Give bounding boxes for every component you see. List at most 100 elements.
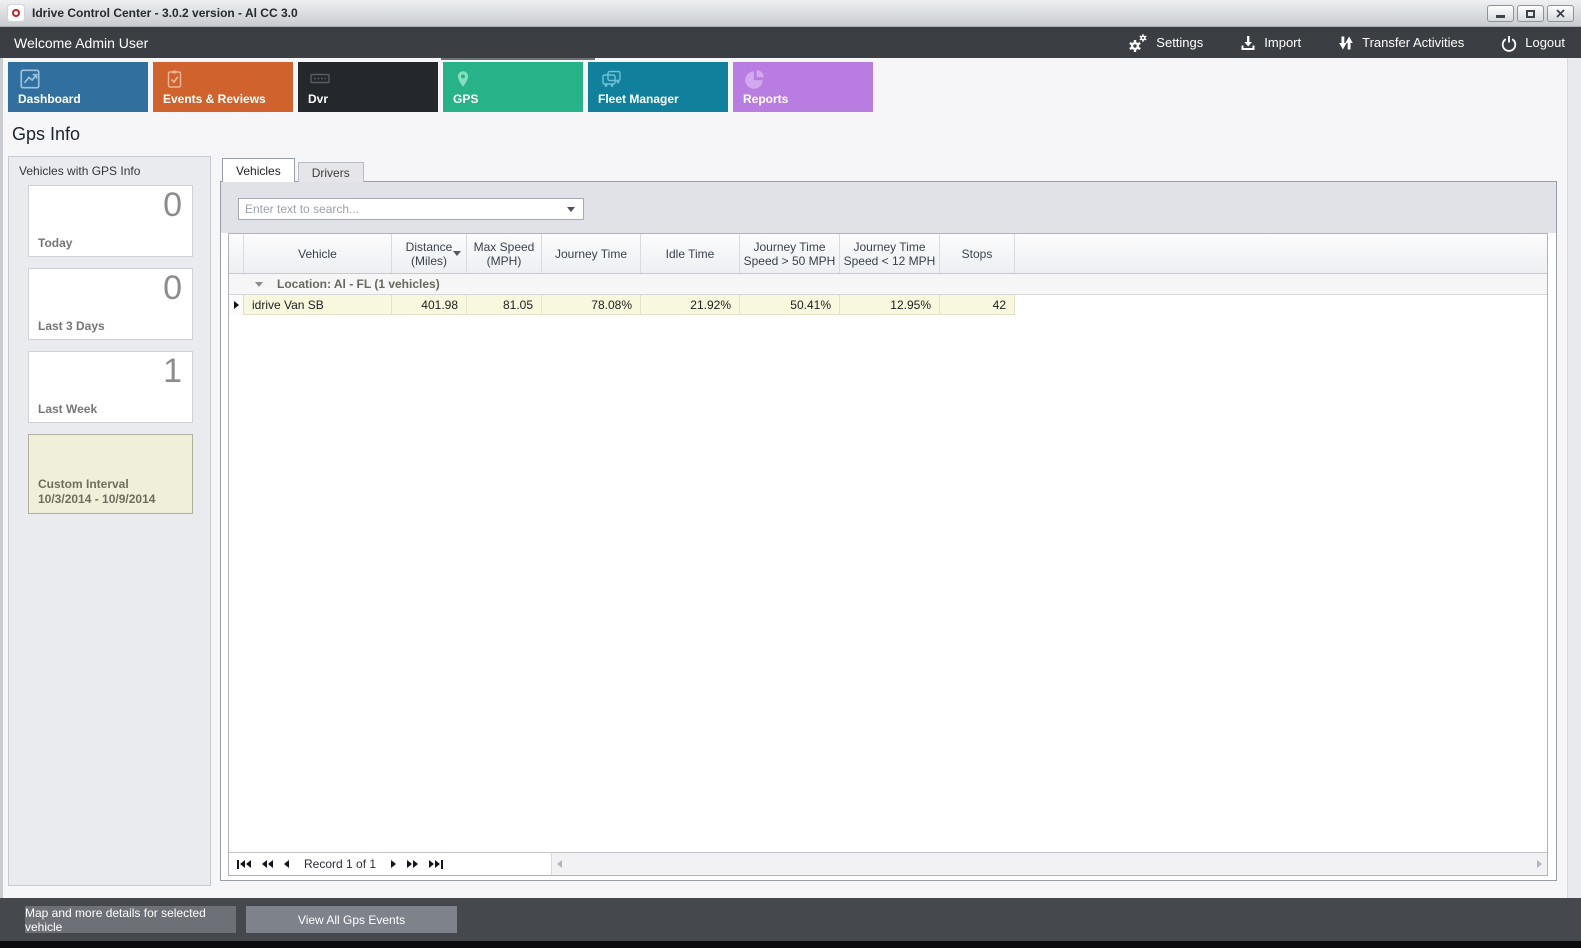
card-custom-interval[interactable]: Custom Interval 10/3/2014 - 10/9/2014 bbox=[28, 434, 193, 514]
prev-record-button[interactable] bbox=[284, 860, 289, 868]
record-navigator: Record 1 of 1 bbox=[229, 852, 1547, 875]
header-distance[interactable]: Distance (Miles) bbox=[392, 234, 467, 273]
app-window: Idrive Control Center - 3.0.2 version - … bbox=[0, 0, 1581, 948]
header-filler-cell bbox=[1015, 234, 1547, 273]
search-input[interactable] bbox=[239, 202, 567, 216]
maximize-icon bbox=[1526, 10, 1535, 18]
tile-reports[interactable]: Reports bbox=[733, 62, 873, 112]
tab-vehicles[interactable]: Vehicles bbox=[222, 158, 295, 182]
pie-chart-icon bbox=[743, 67, 767, 91]
scroll-left-icon[interactable] bbox=[557, 860, 562, 868]
search-strip bbox=[221, 182, 1556, 233]
title-bar: Idrive Control Center - 3.0.2 version - … bbox=[0, 0, 1581, 27]
card-last-3-days[interactable]: 0 Last 3 Days bbox=[28, 268, 193, 340]
card-last-3-days-label: Last 3 Days bbox=[38, 319, 105, 333]
table-row[interactable]: idrive Van SB 401.98 81.05 78.08% 21.92%… bbox=[229, 295, 1547, 315]
card-last-week-label: Last Week bbox=[38, 402, 97, 416]
card-last-week[interactable]: 1 Last Week bbox=[28, 351, 193, 423]
header-vehicle[interactable]: Vehicle bbox=[244, 234, 392, 273]
dashboard-chart-icon bbox=[18, 67, 42, 91]
cell-journey-lt-12[interactable]: 12.95% bbox=[840, 295, 940, 315]
fleet-trucks-icon bbox=[598, 67, 626, 91]
minimize-icon bbox=[1496, 15, 1505, 18]
close-button[interactable] bbox=[1547, 5, 1574, 22]
maximize-button[interactable] bbox=[1517, 5, 1544, 22]
tile-dvr-label: Dvr bbox=[308, 92, 328, 106]
header-journey-time[interactable]: Journey Time bbox=[542, 234, 641, 273]
tile-dvr[interactable]: Dvr bbox=[298, 62, 438, 112]
logout-button[interactable]: Logout bbox=[1500, 34, 1565, 52]
settings-label: Settings bbox=[1156, 35, 1203, 50]
cell-distance[interactable]: 401.98 bbox=[392, 295, 467, 315]
top-bar: Welcome Admin User bbox=[0, 27, 1581, 58]
card-custom-interval-dates: 10/3/2014 - 10/9/2014 bbox=[38, 492, 155, 506]
logout-label: Logout bbox=[1525, 35, 1565, 50]
tile-dashboard[interactable]: Dashboard bbox=[8, 62, 148, 112]
vehicle-driver-tabs: Vehicles Drivers bbox=[222, 158, 364, 182]
gps-pin-icon bbox=[453, 67, 473, 91]
cell-stops[interactable]: 42 bbox=[940, 295, 1015, 315]
group-row-label: Location: Al - FL (1 vehicles) bbox=[277, 277, 440, 291]
header-max-speed[interactable]: Max Speed (MPH) bbox=[467, 234, 542, 273]
header-idle-time[interactable]: Idle Time bbox=[641, 234, 740, 273]
prev-page-button[interactable] bbox=[262, 860, 273, 868]
first-record-button[interactable] bbox=[237, 860, 251, 869]
close-icon bbox=[1556, 9, 1565, 18]
cell-idle-time[interactable]: 21.92% bbox=[641, 295, 740, 315]
header-journey-lt-12[interactable]: Journey Time Speed < 12 MPH bbox=[840, 234, 940, 273]
search-combo[interactable] bbox=[238, 198, 584, 220]
cell-max-speed[interactable]: 81.05 bbox=[467, 295, 542, 315]
grid-empty-area bbox=[229, 315, 1547, 852]
tile-fleet-manager-label: Fleet Manager bbox=[598, 92, 679, 106]
transfer-activities-button[interactable]: Transfer Activities bbox=[1337, 34, 1464, 52]
card-today-label: Today bbox=[38, 236, 72, 250]
next-record-button[interactable] bbox=[391, 860, 396, 868]
sort-desc-icon bbox=[453, 251, 461, 256]
import-icon bbox=[1239, 34, 1257, 52]
current-row-arrow-icon bbox=[234, 301, 239, 309]
gps-summary-title: Vehicles with GPS Info bbox=[9, 157, 210, 178]
window-bottom-edge bbox=[0, 941, 1581, 948]
clipboard-check-icon bbox=[163, 67, 185, 91]
dvr-device-icon bbox=[308, 67, 334, 91]
settings-button[interactable]: Settings bbox=[1127, 33, 1203, 53]
power-icon bbox=[1500, 34, 1518, 52]
window-left-edge bbox=[0, 58, 3, 898]
horizontal-scrollbar[interactable] bbox=[551, 853, 1547, 875]
header-stops[interactable]: Stops bbox=[940, 234, 1015, 273]
group-row-location[interactable]: Location: Al - FL (1 vehicles) bbox=[229, 274, 1547, 295]
tab-drivers[interactable]: Drivers bbox=[298, 162, 364, 182]
cell-vehicle[interactable]: idrive Van SB bbox=[244, 295, 392, 315]
import-button[interactable]: Import bbox=[1239, 34, 1301, 52]
window-right-edge bbox=[1567, 58, 1581, 898]
header-indicator-cell bbox=[229, 234, 244, 273]
card-last-week-value: 1 bbox=[163, 352, 182, 391]
tile-gps[interactable]: GPS bbox=[443, 62, 583, 112]
minimize-button[interactable] bbox=[1487, 5, 1514, 22]
tile-reports-label: Reports bbox=[743, 92, 788, 106]
search-dropdown-arrow-icon[interactable] bbox=[567, 207, 575, 212]
record-count-label: Record 1 of 1 bbox=[304, 857, 376, 871]
card-last-3-days-value: 0 bbox=[163, 269, 182, 308]
cell-journey-gt-50[interactable]: 50.41% bbox=[740, 295, 840, 315]
next-page-button[interactable] bbox=[407, 860, 418, 868]
tile-events-reviews[interactable]: Events & Reviews bbox=[153, 62, 293, 112]
header-journey-gt-50[interactable]: Journey Time Speed > 50 MPH bbox=[740, 234, 840, 273]
tile-dashboard-label: Dashboard bbox=[18, 92, 81, 106]
welcome-text: Welcome Admin User bbox=[14, 35, 148, 51]
vehicles-tab-page: Vehicle Distance (Miles) Max Speed (MPH)… bbox=[220, 181, 1557, 881]
card-today[interactable]: 0 Today bbox=[28, 185, 193, 257]
module-tiles: Dashboard Events & Reviews Dvr GPS bbox=[8, 62, 873, 112]
row-indicator-cell bbox=[229, 295, 244, 315]
last-record-button[interactable] bbox=[429, 860, 443, 869]
view-all-gps-events-button[interactable]: View All Gps Events bbox=[246, 906, 457, 933]
transfer-arrows-icon bbox=[1337, 34, 1355, 52]
scroll-right-icon[interactable] bbox=[1537, 860, 1542, 868]
grid-header-row: Vehicle Distance (Miles) Max Speed (MPH)… bbox=[229, 234, 1547, 274]
tile-events-reviews-label: Events & Reviews bbox=[163, 92, 266, 106]
card-today-value: 0 bbox=[163, 186, 182, 225]
tile-fleet-manager[interactable]: Fleet Manager bbox=[588, 62, 728, 112]
map-details-button[interactable]: Map and more details for selected vehicl… bbox=[25, 906, 236, 933]
cell-journey-time[interactable]: 78.08% bbox=[542, 295, 641, 315]
app-logo-icon bbox=[8, 5, 24, 21]
